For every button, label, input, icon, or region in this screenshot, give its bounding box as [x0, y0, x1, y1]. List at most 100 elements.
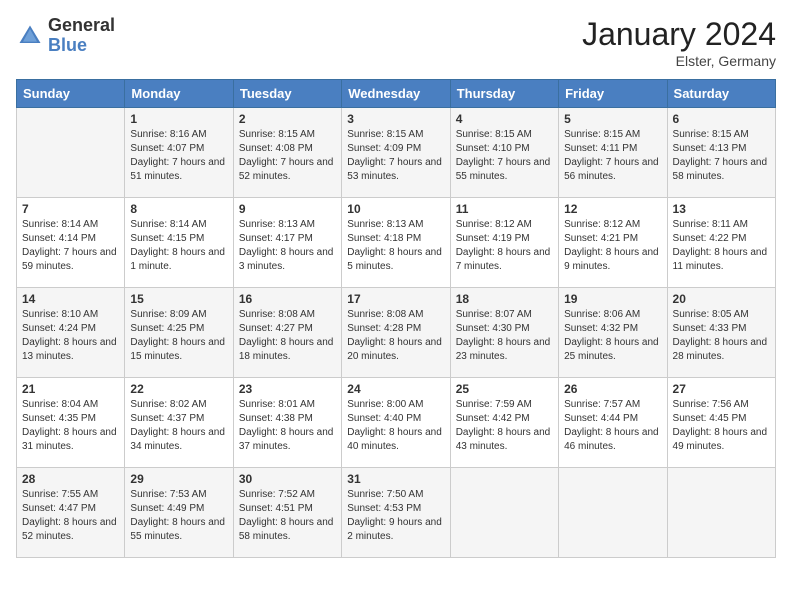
calendar-cell: 1 Sunrise: 8:16 AMSunset: 4:07 PMDaylight…: [125, 108, 233, 198]
title-block: January 2024 Elster, Germany: [582, 16, 776, 69]
calendar-cell: 27Sunrise: 7:56 AMSunset: 4:45 PMDayligh…: [667, 378, 775, 468]
month-title: January 2024: [582, 16, 776, 53]
day-info: Sunrise: 8:15 AMSunset: 4:13 PMDaylight:…: [673, 128, 770, 184]
calendar-cell: 26 Sunrise: 7:57 AMSunset: 4:44 PMDayligh…: [559, 378, 667, 468]
day-number: 12: [564, 202, 661, 216]
day-number: 15: [130, 292, 227, 306]
day-info: Sunrise: 7:57 AMSunset: 4:44 PMDaylight:…: [564, 398, 661, 454]
day-number: 21: [22, 382, 119, 396]
calendar-cell: 31Sunrise: 7:50 AMSunset: 4:53 PMDayligh…: [342, 468, 450, 558]
calendar-cell: 4 Sunrise: 8:15 AMSunset: 4:10 PMDaylight…: [450, 108, 558, 198]
calendar-cell: 13 Sunrise: 8:11 AMSunset: 4:22 PMDayligh…: [667, 198, 775, 288]
calendar-cell: 12 Sunrise: 8:12 AMSunset: 4:21 PMDayligh…: [559, 198, 667, 288]
calendar-cell: 17 Sunrise: 8:08 AMSunset: 4:28 PMDayligh…: [342, 288, 450, 378]
day-number: 1: [130, 112, 227, 126]
day-info: Sunrise: 8:14 AMSunset: 4:14 PMDaylight:…: [22, 218, 119, 274]
day-info: Sunrise: 8:15 AMSunset: 4:10 PMDaylight:…: [456, 128, 553, 184]
day-info: Sunrise: 8:09 AMSunset: 4:25 PMDaylight:…: [130, 308, 227, 364]
day-info: Sunrise: 8:13 AMSunset: 4:17 PMDaylight:…: [239, 218, 336, 274]
calendar-cell: 16 Sunrise: 8:08 AMSunset: 4:27 PMDayligh…: [233, 288, 341, 378]
calendar-cell: 25Sunrise: 7:59 AMSunset: 4:42 PMDayligh…: [450, 378, 558, 468]
day-number: 18: [456, 292, 553, 306]
day-header-tuesday: Tuesday: [233, 80, 341, 108]
calendar-cell: 11Sunrise: 8:12 AMSunset: 4:19 PMDayligh…: [450, 198, 558, 288]
logo-icon: [16, 22, 44, 50]
day-number: 20: [673, 292, 770, 306]
calendar-week-5: 28Sunrise: 7:55 AMSunset: 4:47 PMDayligh…: [17, 468, 776, 558]
calendar-cell: 9 Sunrise: 8:13 AMSunset: 4:17 PMDaylight…: [233, 198, 341, 288]
location: Elster, Germany: [582, 53, 776, 69]
day-number: 23: [239, 382, 336, 396]
day-number: 8: [130, 202, 227, 216]
day-number: 27: [673, 382, 770, 396]
calendar-cell: 19 Sunrise: 8:06 AMSunset: 4:32 PMDayligh…: [559, 288, 667, 378]
day-number: 22: [130, 382, 227, 396]
day-info: Sunrise: 8:11 AMSunset: 4:22 PMDaylight:…: [673, 218, 770, 274]
calendar-cell: 14 Sunrise: 8:10 AMSunset: 4:24 PMDayligh…: [17, 288, 125, 378]
day-header-wednesday: Wednesday: [342, 80, 450, 108]
day-info: Sunrise: 8:15 AMSunset: 4:08 PMDaylight:…: [239, 128, 336, 184]
day-number: 28: [22, 472, 119, 486]
calendar-cell: 24 Sunrise: 8:00 AMSunset: 4:40 PMDayligh…: [342, 378, 450, 468]
day-info: Sunrise: 8:07 AMSunset: 4:30 PMDaylight:…: [456, 308, 553, 364]
calendar-cell: [559, 468, 667, 558]
calendar-week-3: 14 Sunrise: 8:10 AMSunset: 4:24 PMDayligh…: [17, 288, 776, 378]
day-number: 16: [239, 292, 336, 306]
day-number: 7: [22, 202, 119, 216]
day-header-thursday: Thursday: [450, 80, 558, 108]
day-info: Sunrise: 7:52 AMSunset: 4:51 PMDaylight:…: [239, 488, 336, 544]
calendar-cell: 10 Sunrise: 8:13 AMSunset: 4:18 PMDayligh…: [342, 198, 450, 288]
calendar-cell: 8Sunrise: 8:14 AMSunset: 4:15 PMDaylight…: [125, 198, 233, 288]
day-number: 5: [564, 112, 661, 126]
day-number: 17: [347, 292, 444, 306]
day-number: 11: [456, 202, 553, 216]
day-info: Sunrise: 8:08 AMSunset: 4:28 PMDaylight:…: [347, 308, 444, 364]
day-number: 26: [564, 382, 661, 396]
day-info: Sunrise: 8:12 AMSunset: 4:21 PMDaylight:…: [564, 218, 661, 274]
day-number: 4: [456, 112, 553, 126]
day-number: 24: [347, 382, 444, 396]
calendar-cell: 7 Sunrise: 8:14 AMSunset: 4:14 PMDaylight…: [17, 198, 125, 288]
day-info: Sunrise: 7:50 AMSunset: 4:53 PMDaylight:…: [347, 488, 444, 544]
day-info: Sunrise: 8:01 AMSunset: 4:38 PMDaylight:…: [239, 398, 336, 454]
calendar-cell: 18 Sunrise: 8:07 AMSunset: 4:30 PMDayligh…: [450, 288, 558, 378]
logo-general: General: [48, 16, 115, 36]
day-info: Sunrise: 8:08 AMSunset: 4:27 PMDaylight:…: [239, 308, 336, 364]
day-number: 9: [239, 202, 336, 216]
day-header-friday: Friday: [559, 80, 667, 108]
day-info: Sunrise: 8:06 AMSunset: 4:32 PMDaylight:…: [564, 308, 661, 364]
calendar-cell: 29 Sunrise: 7:53 AMSunset: 4:49 PMDayligh…: [125, 468, 233, 558]
day-number: 3: [347, 112, 444, 126]
logo-blue: Blue: [48, 36, 115, 56]
day-header-sunday: Sunday: [17, 80, 125, 108]
calendar-cell: 22 Sunrise: 8:02 AMSunset: 4:37 PMDayligh…: [125, 378, 233, 468]
day-info: Sunrise: 8:16 AMSunset: 4:07 PMDaylight:…: [130, 128, 227, 184]
calendar-cell: [450, 468, 558, 558]
calendar-cell: 23 Sunrise: 8:01 AMSunset: 4:38 PMDayligh…: [233, 378, 341, 468]
calendar-cell: 20Sunrise: 8:05 AMSunset: 4:33 PMDayligh…: [667, 288, 775, 378]
day-number: 13: [673, 202, 770, 216]
calendar-cell: 2 Sunrise: 8:15 AMSunset: 4:08 PMDaylight…: [233, 108, 341, 198]
day-number: 19: [564, 292, 661, 306]
day-number: 29: [130, 472, 227, 486]
calendar-cell: 3Sunrise: 8:15 AMSunset: 4:09 PMDaylight…: [342, 108, 450, 198]
day-info: Sunrise: 8:00 AMSunset: 4:40 PMDaylight:…: [347, 398, 444, 454]
header-row: SundayMondayTuesdayWednesdayThursdayFrid…: [17, 80, 776, 108]
day-info: Sunrise: 7:59 AMSunset: 4:42 PMDaylight:…: [456, 398, 553, 454]
day-number: 10: [347, 202, 444, 216]
day-info: Sunrise: 8:02 AMSunset: 4:37 PMDaylight:…: [130, 398, 227, 454]
day-number: 2: [239, 112, 336, 126]
calendar-week-1: 1 Sunrise: 8:16 AMSunset: 4:07 PMDaylight…: [17, 108, 776, 198]
day-number: 14: [22, 292, 119, 306]
calendar-cell: 6Sunrise: 8:15 AMSunset: 4:13 PMDaylight…: [667, 108, 775, 198]
day-info: Sunrise: 8:15 AMSunset: 4:11 PMDaylight:…: [564, 128, 661, 184]
calendar-cell: 30Sunrise: 7:52 AMSunset: 4:51 PMDayligh…: [233, 468, 341, 558]
calendar-cell: 28Sunrise: 7:55 AMSunset: 4:47 PMDayligh…: [17, 468, 125, 558]
day-info: Sunrise: 8:13 AMSunset: 4:18 PMDaylight:…: [347, 218, 444, 274]
day-info: Sunrise: 7:53 AMSunset: 4:49 PMDaylight:…: [130, 488, 227, 544]
calendar-cell: 21 Sunrise: 8:04 AMSunset: 4:35 PMDayligh…: [17, 378, 125, 468]
day-info: Sunrise: 8:04 AMSunset: 4:35 PMDaylight:…: [22, 398, 119, 454]
calendar-table: SundayMondayTuesdayWednesdayThursdayFrid…: [16, 79, 776, 558]
calendar-week-4: 21 Sunrise: 8:04 AMSunset: 4:35 PMDayligh…: [17, 378, 776, 468]
day-info: Sunrise: 8:10 AMSunset: 4:24 PMDaylight:…: [22, 308, 119, 364]
